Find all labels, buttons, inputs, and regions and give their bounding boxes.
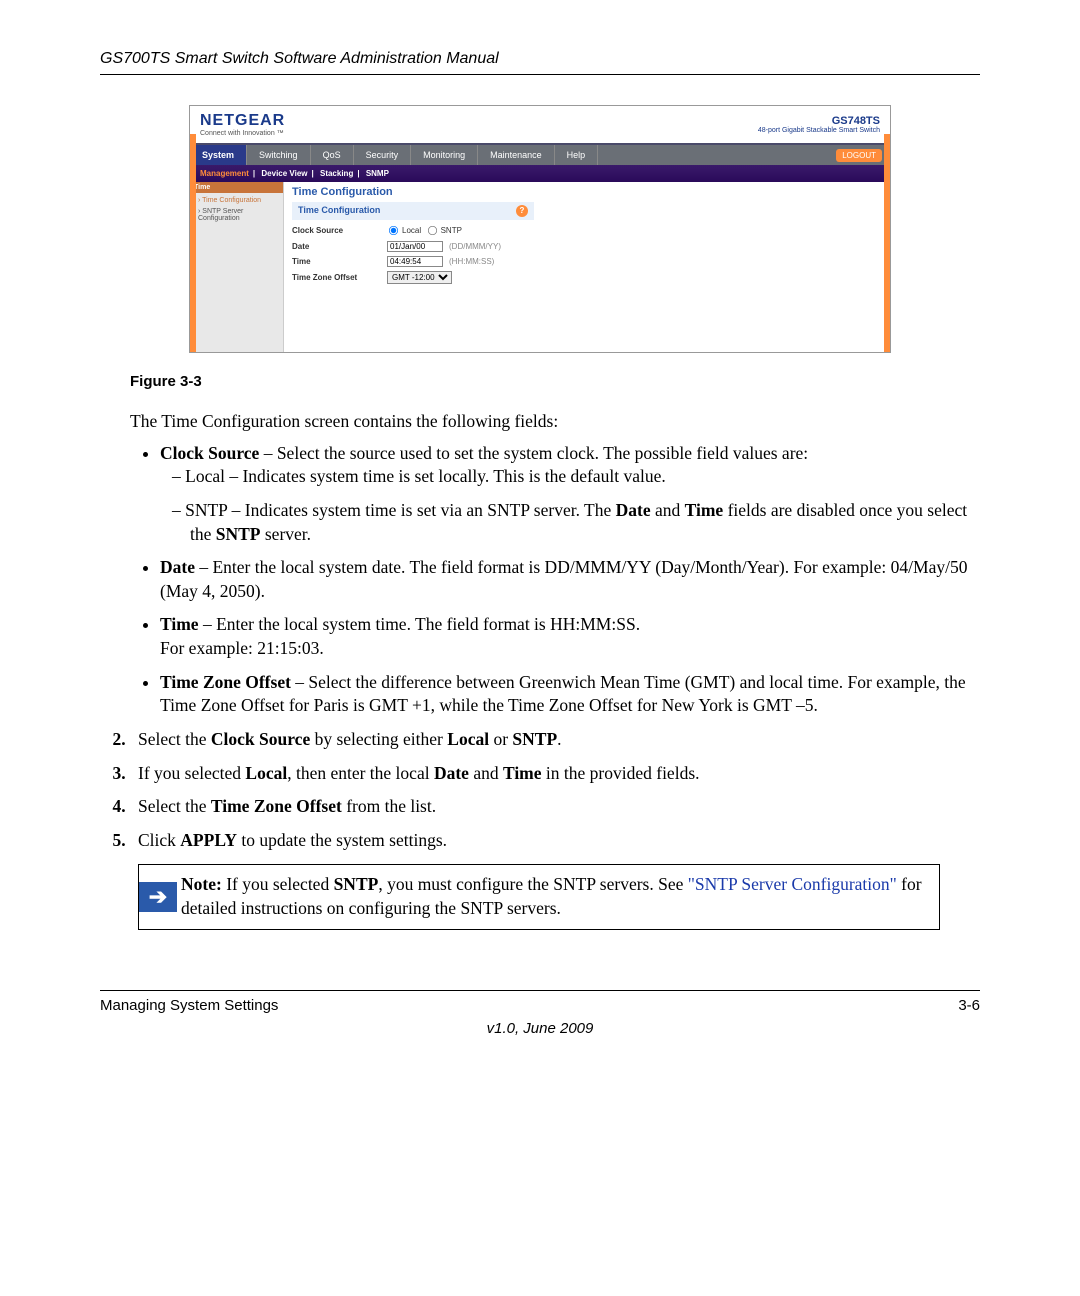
brand-logo: NETGEAR — [200, 112, 285, 130]
main-tabs: System Switching QoS Security Monitoring… — [190, 143, 890, 165]
bullet-tz: Time Zone Offset – Select the difference… — [160, 671, 980, 718]
bullet-time: Time – Enter the local system time. The … — [160, 613, 980, 660]
dash-sntp: SNTP – Indicates system time is set via … — [190, 499, 980, 546]
subtab-deviceview[interactable]: Device View — [261, 169, 307, 178]
tab-monitoring[interactable]: Monitoring — [411, 145, 478, 165]
arrow-icon: ➔ — [139, 882, 177, 912]
logout-button[interactable]: LOGOUT — [836, 149, 882, 162]
tab-help[interactable]: Help — [555, 145, 599, 165]
step-2: Select the Clock Source by selecting eit… — [130, 728, 980, 752]
footer-section: Managing System Settings — [100, 997, 278, 1014]
clock-source-local-text: Local — [402, 226, 421, 235]
device-description: 48-port Gigabit Stackable Smart Switch — [758, 127, 880, 134]
subpanel-title: Time Configuration — [298, 205, 380, 217]
device-model: GS748TS — [758, 115, 880, 127]
step-5: Click APPLY to update the system setting… — [130, 829, 980, 853]
bullet-clock-source: Clock Source – Select the source used to… — [160, 442, 980, 547]
page-header: GS700TS Smart Switch Software Administra… — [100, 50, 980, 75]
subtab-stacking[interactable]: Stacking — [320, 169, 353, 178]
sidebar: Time › Time Configuration › SNTP Server … — [190, 182, 284, 352]
sidebar-head-time[interactable]: Time — [190, 182, 283, 193]
sidebar-item-timeconfig[interactable]: › Time Configuration — [194, 195, 279, 206]
tab-system[interactable]: System — [190, 145, 247, 165]
sub-tabs: Management| Device View| Stacking| SNMP — [190, 165, 890, 182]
footer-page: 3-6 — [958, 997, 980, 1014]
dash-local: Local – Indicates system time is set loc… — [190, 465, 980, 489]
bullet-date: Date – Enter the local system date. The … — [160, 556, 980, 603]
help-icon[interactable]: ? — [516, 205, 528, 217]
tab-switching[interactable]: Switching — [247, 145, 311, 165]
note-box: ➔ Note: If you selected SNTP, you must c… — [138, 864, 940, 929]
clock-source-sntp-text: SNTP — [441, 226, 462, 235]
time-input[interactable] — [387, 256, 443, 267]
time-hint: (HH:MM:SS) — [449, 257, 494, 266]
subtab-snmp[interactable]: SNMP — [366, 169, 389, 178]
date-hint: (DD/MMM/YY) — [449, 242, 501, 251]
step-4: Select the Time Zone Offset from the lis… — [130, 795, 980, 819]
clock-source-label: Clock Source — [292, 226, 387, 235]
figure-caption: Figure 3-3 — [130, 373, 980, 390]
footer-version: v1.0, June 2009 — [100, 1020, 980, 1037]
date-input[interactable] — [387, 241, 443, 252]
date-label: Date — [292, 242, 387, 251]
time-label: Time — [292, 257, 387, 266]
clock-source-sntp-radio[interactable] — [428, 226, 437, 235]
brand-tagline: Connect with Innovation ™ — [200, 130, 285, 137]
tab-maintenance[interactable]: Maintenance — [478, 145, 555, 165]
intro-text: The Time Configuration screen contains t… — [130, 410, 980, 434]
sntp-link[interactable]: "SNTP Server Configuration" — [688, 874, 897, 894]
step-3: If you selected Local, then enter the lo… — [130, 762, 980, 786]
subtab-management[interactable]: Management — [200, 169, 249, 178]
tab-qos[interactable]: QoS — [311, 145, 354, 165]
panel-title: Time Configuration — [292, 186, 882, 198]
tz-label: Time Zone Offset — [292, 273, 387, 282]
tz-select[interactable]: GMT -12:00 — [387, 271, 452, 284]
sidebar-item-sntp[interactable]: › SNTP Server Configuration — [194, 206, 279, 224]
screenshot-figure: NETGEAR Connect with Innovation ™ GS748T… — [189, 105, 891, 353]
clock-source-local-radio[interactable] — [389, 226, 398, 235]
tab-security[interactable]: Security — [354, 145, 412, 165]
